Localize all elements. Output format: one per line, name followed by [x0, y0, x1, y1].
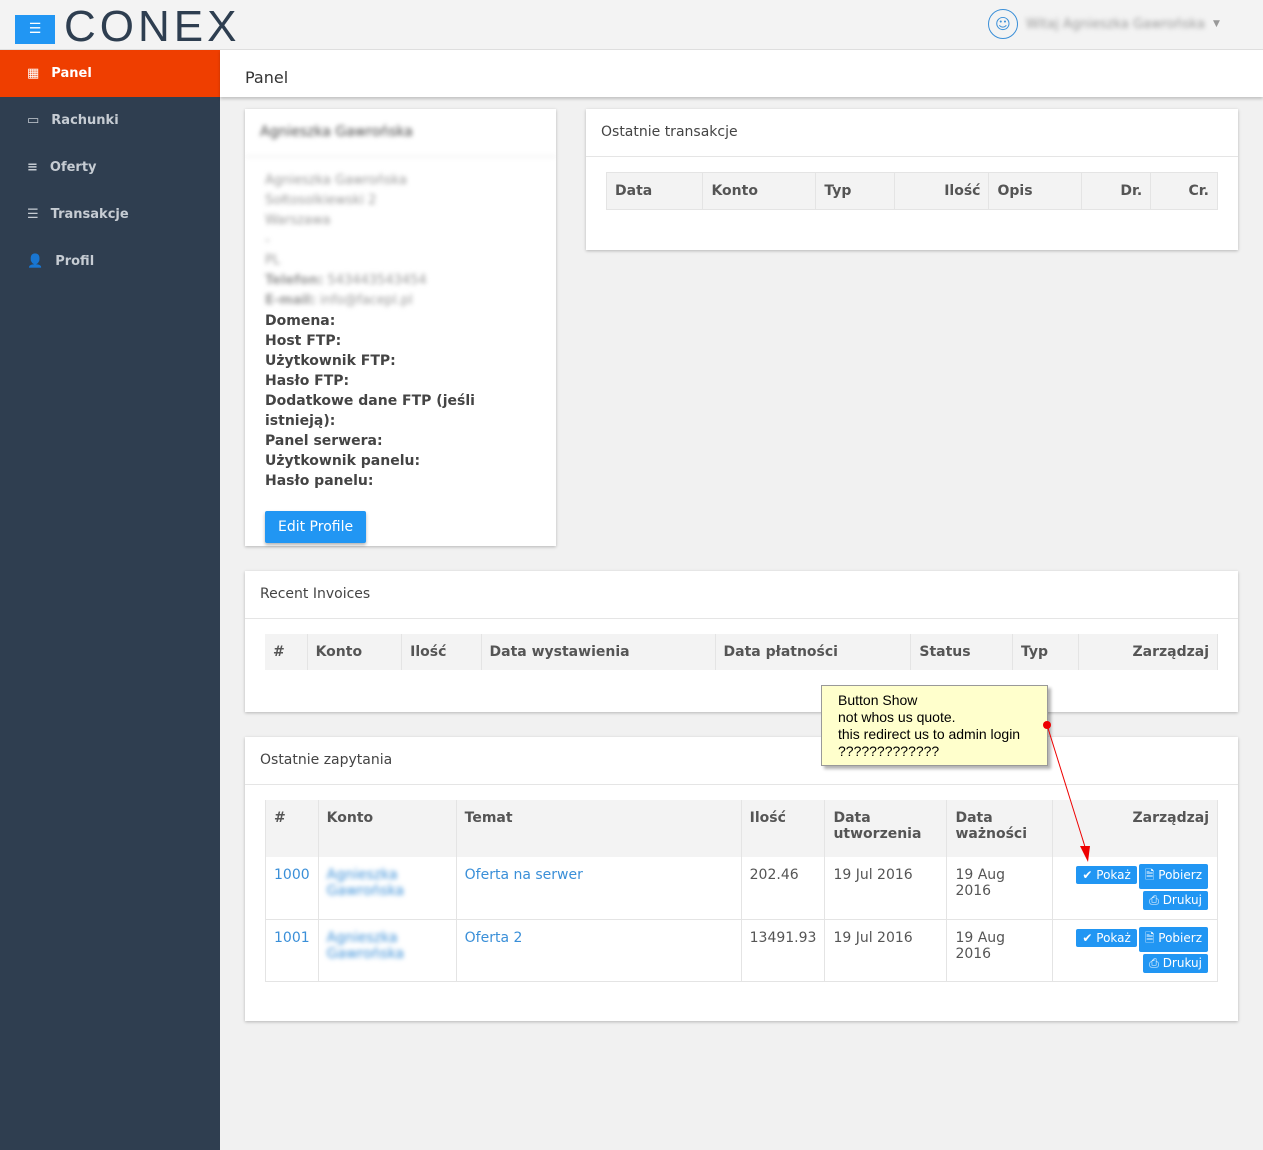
annotation-arrow [1043, 721, 1090, 862]
